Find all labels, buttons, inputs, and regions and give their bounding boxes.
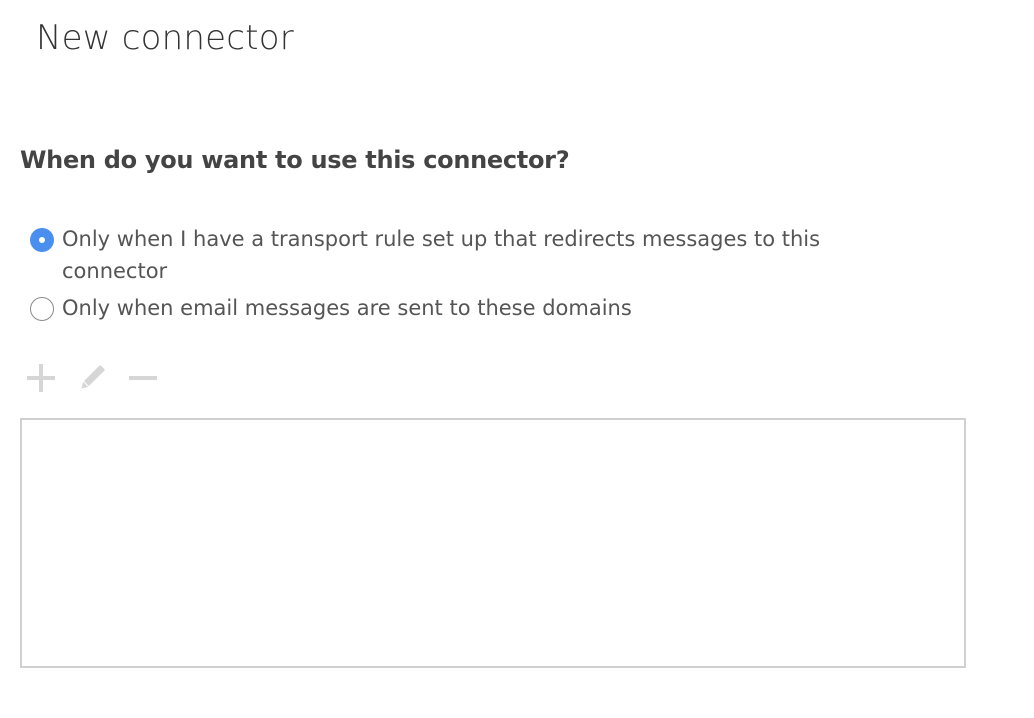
- minus-icon: [129, 376, 157, 380]
- remove-domain-button[interactable]: [126, 360, 160, 396]
- option-domains[interactable]: Only when email messages are sent to the…: [30, 295, 850, 324]
- option-transport-rule[interactable]: Only when I have a transport rule set up…: [30, 226, 850, 287]
- radio-domains[interactable]: [30, 297, 54, 321]
- page-title: New connector: [36, 18, 294, 58]
- domain-list[interactable]: [20, 418, 966, 668]
- edit-domain-button[interactable]: [75, 360, 109, 396]
- pencil-icon: [81, 365, 105, 389]
- connector-usage-radio-group: Only when I have a transport rule set up…: [30, 226, 850, 324]
- option-domains-label: Only when email messages are sent to the…: [62, 296, 632, 320]
- domain-toolbar: [24, 360, 177, 396]
- add-domain-button[interactable]: [24, 360, 58, 396]
- option-transport-rule-label: Only when I have a transport rule set up…: [62, 227, 821, 283]
- connector-usage-question: When do you want to use this connector?: [20, 146, 570, 174]
- radio-transport-rule[interactable]: [30, 228, 54, 252]
- plus-icon: [27, 364, 55, 392]
